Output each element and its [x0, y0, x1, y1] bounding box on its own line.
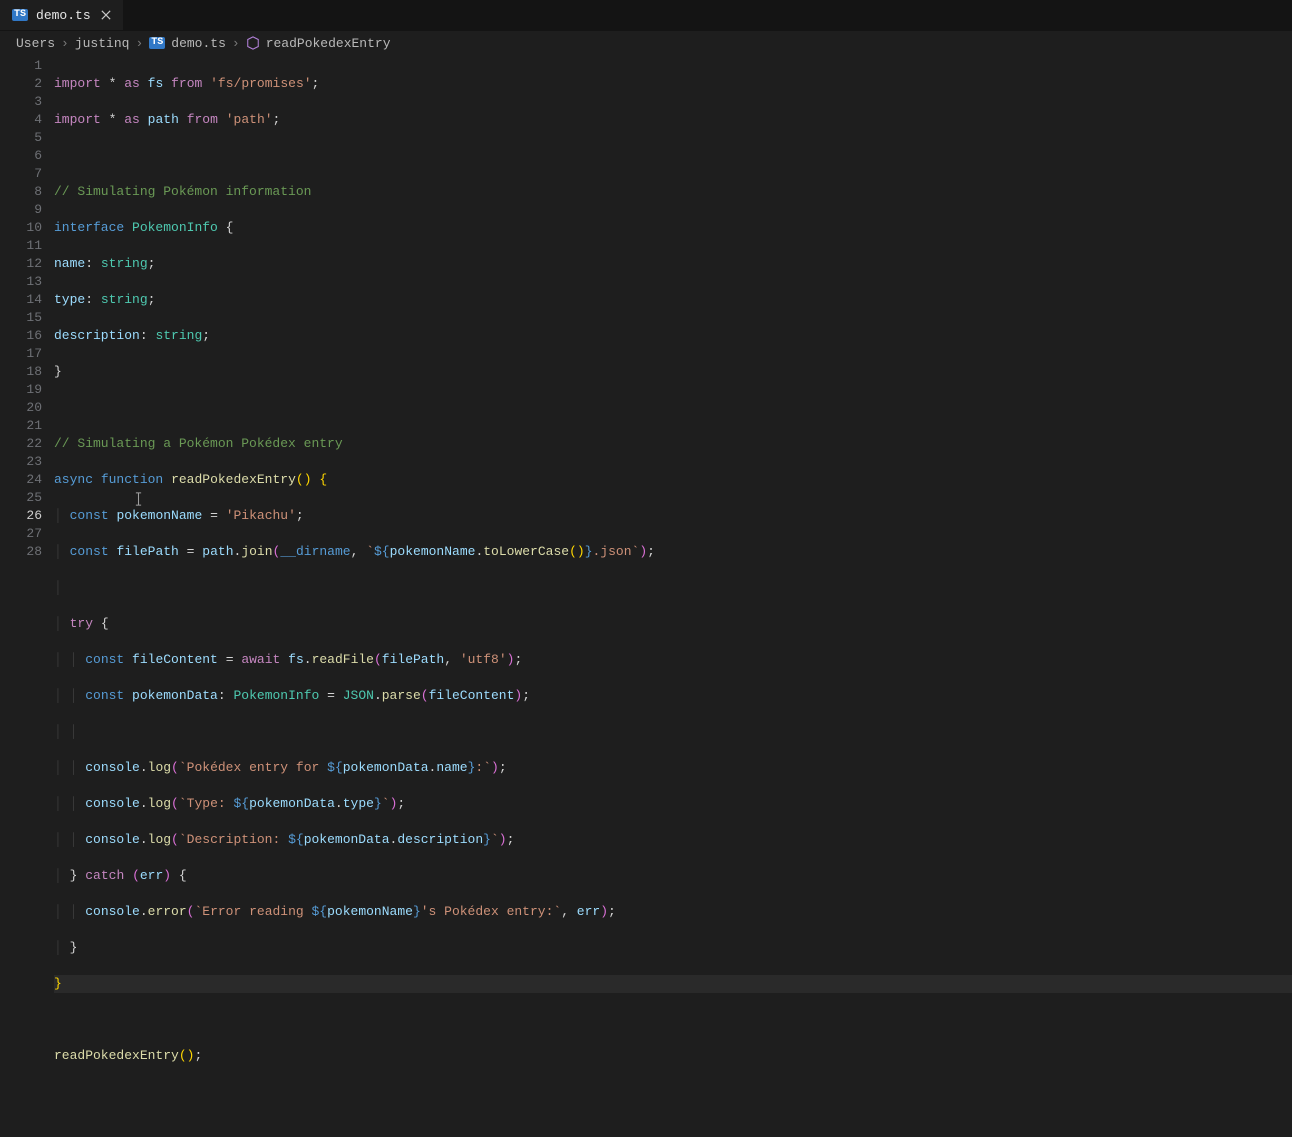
line-number: 6 [0, 147, 42, 165]
symbol-method-icon [246, 36, 260, 50]
breadcrumb-users[interactable]: Users [16, 36, 55, 51]
line-number: 11 [0, 237, 42, 255]
line-number: 26 [0, 507, 42, 525]
line-number: 8 [0, 183, 42, 201]
line-number: 12 [0, 255, 42, 273]
line-number: 3 [0, 93, 42, 111]
line-number: 19 [0, 381, 42, 399]
line-number: 2 [0, 75, 42, 93]
code-editor[interactable]: 1234567891011121314151617181920212223242… [0, 55, 1292, 883]
tab-bar: TS demo.ts [0, 0, 1292, 31]
code-area[interactable]: import * as fs from 'fs/promises'; impor… [54, 55, 1292, 883]
line-number-gutter: 1234567891011121314151617181920212223242… [0, 55, 54, 883]
close-icon[interactable] [99, 8, 113, 22]
line-number: 13 [0, 273, 42, 291]
breadcrumb-justinq[interactable]: justinq [75, 36, 130, 51]
line-number: 21 [0, 417, 42, 435]
line-number: 16 [0, 327, 42, 345]
line-number: 18 [0, 363, 42, 381]
typescript-icon: TS [12, 9, 28, 21]
line-number: 17 [0, 345, 42, 363]
breadcrumb-symbol[interactable]: readPokedexEntry [266, 36, 391, 51]
line-number: 5 [0, 129, 42, 147]
chevron-right-icon: › [61, 36, 69, 51]
tab-demo-ts[interactable]: TS demo.ts [0, 0, 124, 30]
breadcrumb-file[interactable]: demo.ts [171, 36, 226, 51]
line-number: 1 [0, 57, 42, 75]
line-number: 22 [0, 435, 42, 453]
line-number: 28 [0, 543, 42, 561]
line-number: 9 [0, 201, 42, 219]
line-number: 27 [0, 525, 42, 543]
line-number: 7 [0, 165, 42, 183]
chevron-right-icon: › [135, 36, 143, 51]
typescript-icon: TS [149, 37, 165, 49]
chevron-right-icon: › [232, 36, 240, 51]
line-number: 4 [0, 111, 42, 129]
tab-label: demo.ts [36, 8, 91, 23]
line-number: 23 [0, 453, 42, 471]
line-number: 24 [0, 471, 42, 489]
line-number: 15 [0, 309, 42, 327]
line-number: 10 [0, 219, 42, 237]
line-number: 14 [0, 291, 42, 309]
line-number: 20 [0, 399, 42, 417]
line-number: 25 [0, 489, 42, 507]
text-cursor-icon [134, 492, 143, 506]
breadcrumb: Users › justinq › TS demo.ts › readPoked… [0, 31, 1292, 55]
